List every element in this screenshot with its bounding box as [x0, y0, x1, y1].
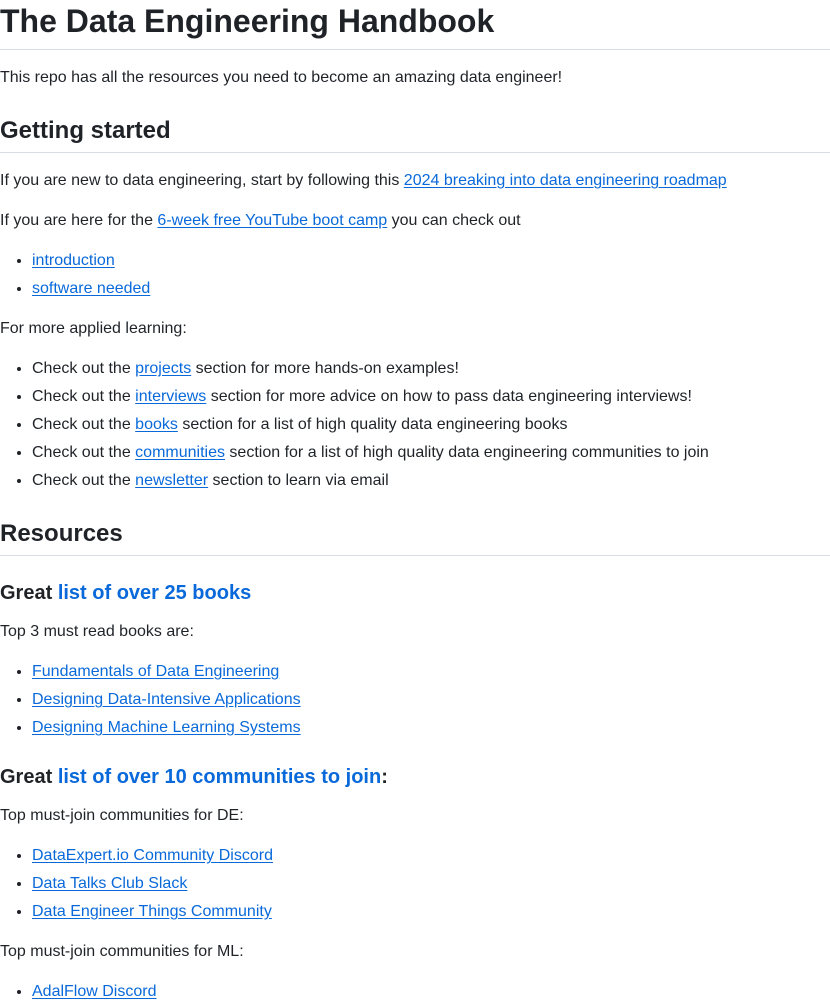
item-suffix: section for more advice on how to pass d…	[206, 388, 692, 405]
books-link[interactable]: books	[135, 416, 178, 433]
item-prefix: Check out the	[32, 388, 136, 405]
books-intro: Top 3 must read books are:	[0, 623, 194, 640]
list-item: Check out the newsletter section to lear…	[32, 469, 830, 493]
item-suffix: section to learn via email	[208, 472, 389, 489]
bootcamp-link[interactable]: 6-week free YouTube boot camp	[157, 212, 387, 229]
bootcamp-text-prefix: If you are here for the	[0, 212, 158, 229]
item-prefix: Check out the	[32, 472, 136, 489]
books-heading-prefix: Great	[0, 582, 58, 604]
list-item: introduction	[32, 249, 830, 273]
books-list-link[interactable]: list of over 25 books	[58, 582, 251, 604]
de-communities-intro: Top must-join communities for DE:	[0, 807, 244, 824]
item-suffix: section for more hands-on examples!	[191, 360, 459, 377]
intro-paragraph: This repo has all the resources you need…	[0, 69, 563, 86]
list-item: Designing Data-Intensive Applications	[32, 688, 830, 712]
roadmap-paragraph: If you are new to data engineering, star…	[0, 169, 830, 193]
community-link[interactable]: Data Talks Club Slack	[32, 875, 187, 892]
applied-learning-intro: For more applied learning:	[0, 320, 187, 337]
book-link[interactable]: Designing Machine Learning Systems	[32, 719, 301, 736]
getting-started-heading: Getting started	[0, 116, 830, 153]
book-link[interactable]: Fundamentals of Data Engineering	[32, 663, 279, 680]
books-list: Fundamentals of Data Engineering Designi…	[0, 660, 830, 740]
books-heading: Great list of over 25 books	[0, 580, 830, 606]
item-suffix: section for a list of high quality data …	[224, 444, 709, 461]
applied-learning-list: Check out the projects section for more …	[0, 357, 830, 493]
list-item: Data Talks Club Slack	[32, 872, 830, 896]
item-prefix: Check out the	[32, 360, 136, 377]
communities-list-link[interactable]: list of over 10 communities to join	[58, 766, 381, 788]
item-suffix: section for a list of high quality data …	[177, 416, 568, 433]
roadmap-link[interactable]: 2024 breaking into data engineering road…	[404, 172, 727, 189]
item-prefix: Check out the	[32, 416, 136, 433]
communities-heading-suffix: :	[381, 766, 388, 788]
communities-heading-prefix: Great	[0, 766, 58, 788]
community-link[interactable]: DataExpert.io Community Discord	[32, 847, 273, 864]
de-communities-list: DataExpert.io Community Discord Data Tal…	[0, 844, 830, 924]
list-item: DataExpert.io Community Discord	[32, 844, 830, 868]
bootcamp-paragraph: If you are here for the 6-week free YouT…	[0, 209, 830, 233]
list-item: Check out the books section for a list o…	[32, 413, 830, 437]
readme-document: The Data Engineering Handbook This repo …	[0, 0, 830, 1004]
item-prefix: Check out the	[32, 444, 136, 461]
resources-heading: Resources	[0, 519, 830, 556]
software-needed-link[interactable]: software needed	[32, 280, 150, 297]
page-title: The Data Engineering Handbook	[0, 0, 830, 50]
list-item: Check out the interviews section for mor…	[32, 385, 830, 409]
list-item: Fundamentals of Data Engineering	[32, 660, 830, 684]
roadmap-text: If you are new to data engineering, star…	[0, 172, 404, 189]
communities-heading: Great list of over 10 communities to joi…	[0, 764, 830, 790]
ml-communities-list: AdalFlow Discord	[0, 980, 830, 1004]
book-link[interactable]: Designing Data-Intensive Applications	[32, 691, 301, 708]
list-item: Check out the projects section for more …	[32, 357, 830, 381]
bootcamp-text-suffix: you can check out	[387, 212, 521, 229]
list-item: Check out the communities section for a …	[32, 441, 830, 465]
interviews-link[interactable]: interviews	[135, 388, 206, 405]
community-link[interactable]: Data Engineer Things Community	[32, 903, 272, 920]
list-item: AdalFlow Discord	[32, 980, 830, 1004]
projects-link[interactable]: projects	[135, 360, 191, 377]
list-item: software needed	[32, 277, 830, 301]
bootcamp-list: introduction software needed	[0, 249, 830, 301]
list-item: Data Engineer Things Community	[32, 900, 830, 924]
list-item: Designing Machine Learning Systems	[32, 716, 830, 740]
community-link[interactable]: AdalFlow Discord	[32, 983, 156, 1000]
introduction-link[interactable]: introduction	[32, 252, 115, 269]
newsletter-link[interactable]: newsletter	[135, 472, 208, 489]
communities-link[interactable]: communities	[135, 444, 225, 461]
ml-communities-intro: Top must-join communities for ML:	[0, 943, 244, 960]
